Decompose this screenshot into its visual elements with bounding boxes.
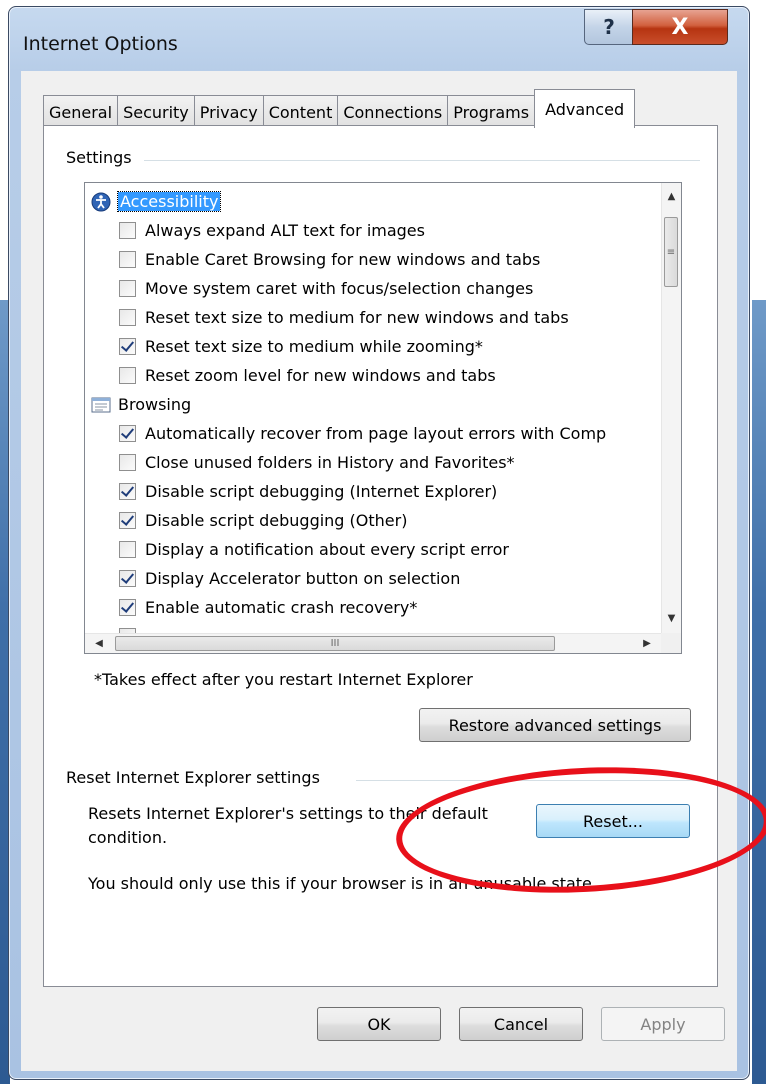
checkbox-unchecked[interactable] (119, 541, 136, 558)
vertical-scrollbar[interactable]: ▲ ≡ ▼ (661, 183, 681, 633)
settings-option-label: Reset text size to medium while zooming* (145, 337, 483, 356)
cancel-button[interactable]: Cancel (459, 1007, 583, 1041)
settings-option[interactable]: Display a notification about every scrip… (119, 535, 509, 564)
window-title: Internet Options (23, 33, 178, 55)
settings-option-label: Close unused folders in History and Favo… (145, 453, 515, 472)
tab-strip: General Security Privacy Content Connect… (43, 89, 636, 128)
tab-programs[interactable]: Programs (447, 95, 536, 128)
tab-advanced[interactable]: Advanced (534, 89, 636, 128)
advanced-tab-panel: Settings Accessibility Always expand ALT … (43, 125, 718, 987)
reset-button[interactable]: Reset... (536, 804, 690, 838)
checkbox-unchecked[interactable] (119, 309, 136, 326)
settings-option[interactable]: Display Accelerator button on selection (119, 564, 460, 593)
checkbox-unchecked[interactable] (119, 222, 136, 239)
settings-option-partial[interactable] (119, 622, 145, 633)
settings-option[interactable]: Reset text size to medium for new window… (119, 303, 569, 332)
dialog-client-area: General Security Privacy Content Connect… (21, 71, 737, 1071)
tab-security[interactable]: Security (117, 95, 195, 128)
scroll-down-icon[interactable]: ▼ (662, 609, 681, 629)
reset-warning: You should only use this if your browser… (88, 874, 597, 893)
settings-option-label: Reset zoom level for new windows and tab… (145, 366, 496, 385)
reset-description: Resets Internet Explorer's settings to t… (88, 804, 488, 847)
settings-option[interactable]: Disable script debugging (Internet Explo… (119, 477, 497, 506)
browsing-icon (91, 395, 111, 415)
settings-option[interactable]: Reset zoom level for new windows and tab… (119, 361, 496, 390)
settings-option-label: Always expand ALT text for images (145, 221, 425, 240)
title-bar[interactable]: Internet Options ? X (9, 7, 749, 77)
checkbox-checked[interactable] (119, 338, 136, 355)
settings-tree[interactable]: Accessibility Always expand ALT text for … (84, 182, 682, 654)
ok-button[interactable]: OK (317, 1007, 441, 1041)
settings-category-label: Browsing (118, 395, 192, 414)
settings-category[interactable]: Accessibility (91, 187, 222, 216)
tab-general[interactable]: General (43, 95, 119, 128)
accessibility-icon (91, 192, 111, 212)
settings-option-label: Display a notification about every scrip… (145, 540, 509, 559)
settings-option[interactable]: Enable Caret Browsing for new windows an… (119, 245, 540, 274)
checkbox-unchecked[interactable] (119, 454, 136, 471)
reset-group-label: Reset Internet Explorer settings (66, 768, 328, 787)
scroll-corner (661, 633, 681, 653)
help-icon: ? (603, 15, 615, 39)
horizontal-scroll-thumb[interactable]: III (115, 636, 555, 651)
close-icon: X (671, 14, 689, 40)
vertical-scroll-thumb[interactable]: ≡ (664, 217, 678, 287)
settings-option[interactable]: Always expand ALT text for images (119, 216, 425, 245)
settings-option[interactable]: Move system caret with focus/selection c… (119, 274, 533, 303)
settings-option-label: Enable Caret Browsing for new windows an… (145, 250, 541, 269)
checkbox-unchecked[interactable] (119, 251, 136, 268)
settings-option-label: Disable script debugging (Other) (145, 511, 408, 530)
help-button[interactable]: ? (584, 9, 634, 45)
settings-option[interactable]: Automatically recover from page layout e… (119, 419, 606, 448)
checkbox-unchecked[interactable] (119, 367, 136, 384)
checkbox-checked[interactable] (119, 483, 136, 500)
apply-button[interactable]: Apply (601, 1007, 725, 1041)
tab-content[interactable]: Content (262, 95, 339, 128)
internet-options-dialog: Internet Options ? X General Security Pr… (8, 6, 750, 1080)
settings-group-label: Settings (66, 148, 140, 167)
checkbox-checked[interactable] (119, 599, 136, 616)
settings-list: Accessibility Always expand ALT text for … (85, 183, 661, 633)
scroll-right-icon[interactable]: ▶ (637, 634, 657, 653)
settings-option-label: Reset text size to medium for new window… (145, 308, 569, 327)
reset-group-line (356, 780, 700, 781)
checkbox-checked[interactable] (119, 512, 136, 529)
scroll-up-icon[interactable]: ▲ (662, 187, 681, 207)
settings-option[interactable]: Close unused folders in History and Favo… (119, 448, 515, 477)
checkbox-checked[interactable] (119, 425, 136, 442)
restart-note: *Takes effect after you restart Internet… (94, 670, 473, 689)
settings-option-label: Automatically recover from page layout e… (145, 424, 607, 443)
scroll-left-icon[interactable]: ◀ (89, 634, 109, 653)
settings-option-label: Disable script debugging (Internet Explo… (145, 482, 498, 501)
settings-option[interactable]: Reset text size to medium while zooming* (119, 332, 483, 361)
checkbox-unchecked[interactable] (119, 280, 136, 297)
checkbox-checked[interactable] (119, 570, 136, 587)
tab-privacy[interactable]: Privacy (193, 95, 264, 128)
settings-option-label: Display Accelerator button on selection (145, 569, 461, 588)
settings-option-label: Move system caret with focus/selection c… (145, 279, 534, 298)
settings-category-label: Accessibility (116, 191, 222, 212)
restore-advanced-settings-button[interactable]: Restore advanced settings (419, 708, 691, 742)
settings-option-label: Enable automatic crash recovery* (145, 598, 418, 617)
settings-group-line (144, 160, 700, 161)
settings-option[interactable]: Disable script debugging (Other) (119, 506, 407, 535)
tab-connections[interactable]: Connections (337, 95, 449, 128)
settings-category[interactable]: Browsing (91, 390, 191, 419)
settings-option[interactable]: Enable automatic crash recovery* (119, 593, 417, 622)
horizontal-scrollbar[interactable]: ◀ III ▶ (85, 633, 661, 653)
desktop-edge-right (752, 300, 766, 1084)
close-button[interactable]: X (632, 9, 728, 45)
